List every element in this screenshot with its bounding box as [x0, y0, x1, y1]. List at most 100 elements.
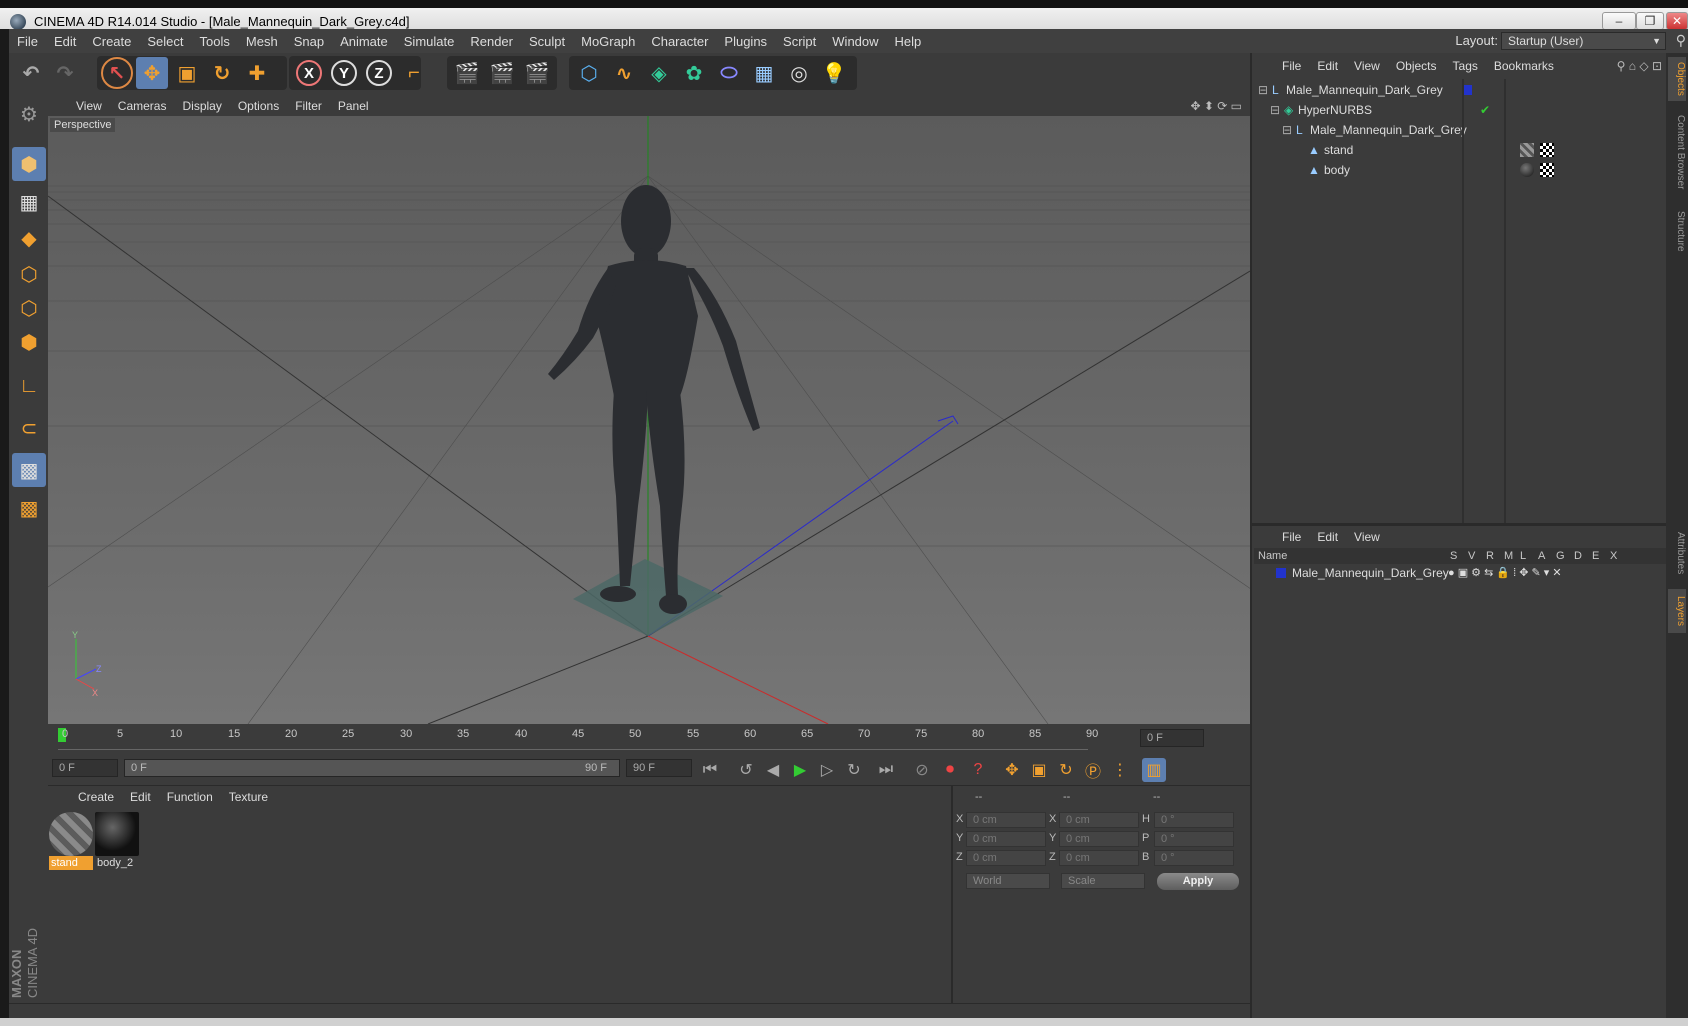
material-stand[interactable]: stand: [49, 812, 93, 870]
layer-col-m[interactable]: M: [1504, 548, 1513, 564]
scale-key-icon[interactable]: ▣: [1027, 758, 1051, 782]
timeline-ruler[interactable]: 0 5 10 15 20 25 30 35 40 45 50 55 60 65 …: [48, 724, 1250, 754]
texture-tag-icon[interactable]: [1540, 143, 1554, 157]
current-frame-field[interactable]: 0 F: [1140, 729, 1204, 747]
size-z-field[interactable]: 0 cm: [1059, 850, 1139, 866]
position-z-field[interactable]: 0 cm: [966, 850, 1046, 866]
live-selection-icon[interactable]: ↖: [101, 57, 133, 89]
rotation-b-field[interactable]: 0 °: [1154, 850, 1234, 866]
position-key-icon[interactable]: ✥: [1000, 758, 1024, 782]
render-picture-viewer-icon[interactable]: 🎬: [486, 57, 518, 89]
x-axis-lock-icon[interactable]: X: [293, 57, 325, 89]
viewport-menu-display[interactable]: Display: [174, 99, 229, 113]
end-frame-field[interactable]: 90 F: [626, 759, 692, 777]
objects-menu-file[interactable]: File: [1274, 59, 1309, 73]
object-manager-nav-icons[interactable]: ⚲ ⌂ ◇ ⊡: [1617, 59, 1662, 73]
start-frame-field[interactable]: 0 F: [52, 759, 118, 777]
camera-icon[interactable]: ◎: [783, 57, 815, 89]
layer-flag-icons[interactable]: ● ▣ ⚙ ⇆ 🔒 ⁞ ✥ ✎ ▾ ✕: [1448, 564, 1562, 582]
texture-mode-icon[interactable]: ▦: [12, 185, 46, 219]
object-row[interactable]: ▲ body: [1252, 160, 1668, 180]
size-x-field[interactable]: 0 cm: [1059, 812, 1139, 828]
material-menu-create[interactable]: Create: [70, 790, 122, 804]
menu-help[interactable]: Help: [887, 34, 930, 49]
menu-script[interactable]: Script: [775, 34, 824, 49]
previous-key-icon[interactable]: ↺: [734, 758, 758, 782]
enabled-check-icon[interactable]: ✔: [1480, 100, 1490, 120]
viewport-menu-filter[interactable]: Filter: [287, 99, 330, 113]
scene-floor-icon[interactable]: ▦: [748, 57, 780, 89]
size-y-field[interactable]: 0 cm: [1059, 831, 1139, 847]
search-icon[interactable]: ⚲: [1676, 32, 1686, 49]
axis-mode-icon[interactable]: ∟: [12, 369, 46, 403]
material-menu-function[interactable]: Function: [159, 790, 221, 804]
layer-row[interactable]: Male_Mannequin_Dark_Grey ● ▣ ⚙ ⇆ 🔒 ⁞ ✥ ✎…: [1252, 564, 1668, 582]
spline-icon[interactable]: ∿: [608, 57, 640, 89]
layout-select[interactable]: Startup (User) ▼: [1501, 32, 1666, 50]
viewport-menu-cameras[interactable]: Cameras: [110, 99, 175, 113]
rotation-h-field[interactable]: 0 °: [1154, 812, 1234, 828]
objects-menu-tags[interactable]: Tags: [1445, 59, 1486, 73]
material-menu-edit[interactable]: Edit: [122, 790, 159, 804]
nurbs-icon[interactable]: ◈: [643, 57, 675, 89]
layer-col-e[interactable]: E: [1592, 548, 1599, 564]
layer-col-v[interactable]: V: [1468, 548, 1475, 564]
workplane-lock-icon[interactable]: ▩: [12, 453, 46, 487]
layers-menu-view[interactable]: View: [1346, 530, 1388, 544]
next-frame-icon[interactable]: ▷: [815, 758, 839, 782]
objects-menu-objects[interactable]: Objects: [1388, 59, 1445, 73]
objects-menu-edit[interactable]: Edit: [1309, 59, 1346, 73]
object-row[interactable]: ⊟ L Male_Mannequin_Dark_Grey: [1252, 80, 1668, 100]
coordinate-space-select[interactable]: World: [966, 873, 1050, 889]
menu-plugins[interactable]: Plugins: [716, 34, 775, 49]
expand-icon[interactable]: ⊟: [1282, 120, 1292, 140]
light-icon[interactable]: 💡: [818, 57, 850, 89]
object-row[interactable]: ⊟ L Male_Mannequin_Dark_Grey: [1252, 120, 1668, 140]
tab-objects[interactable]: Objects: [1668, 57, 1686, 101]
layer-col-l[interactable]: L: [1520, 548, 1526, 564]
menu-snap[interactable]: Snap: [286, 34, 332, 49]
layers-menu-edit[interactable]: Edit: [1309, 530, 1346, 544]
layer-col-s[interactable]: S: [1450, 548, 1457, 564]
tab-layers[interactable]: Layers: [1668, 589, 1686, 633]
viewport-menu-options[interactable]: Options: [230, 99, 287, 113]
play-icon[interactable]: ▶: [788, 758, 812, 782]
autokey-icon[interactable]: ⏺: [938, 758, 962, 782]
menu-simulate[interactable]: Simulate: [396, 34, 463, 49]
move-tool-icon[interactable]: ✥: [136, 57, 168, 89]
redo-icon[interactable]: ↷: [49, 57, 81, 89]
mograph-cloner-icon[interactable]: ✿: [678, 57, 710, 89]
close-button[interactable]: ✕: [1666, 12, 1688, 30]
layer-col-x[interactable]: X: [1610, 548, 1617, 564]
maximize-button[interactable]: ❐: [1636, 12, 1664, 30]
material-body[interactable]: body_2: [95, 812, 139, 870]
tab-attributes[interactable]: Attributes: [1668, 523, 1686, 583]
magnet-snap-icon[interactable]: ⊂: [12, 411, 46, 445]
menu-tools[interactable]: Tools: [192, 34, 238, 49]
layers-menu-file[interactable]: File: [1274, 530, 1309, 544]
expand-icon[interactable]: ⊟: [1258, 80, 1268, 100]
render-view-icon[interactable]: 🎬: [451, 57, 483, 89]
menu-mograph[interactable]: MoGraph: [573, 34, 643, 49]
material-tag-icon[interactable]: [1520, 143, 1534, 157]
cube-primitive-icon[interactable]: ⬡: [573, 57, 605, 89]
tab-content-browser[interactable]: Content Browser: [1668, 107, 1686, 197]
z-axis-lock-icon[interactable]: Z: [363, 57, 395, 89]
menu-sculpt[interactable]: Sculpt: [521, 34, 573, 49]
make-editable-icon[interactable]: ⚙: [12, 97, 46, 131]
menu-animate[interactable]: Animate: [332, 34, 396, 49]
viewport-menu-panel[interactable]: Panel: [330, 99, 377, 113]
menu-file[interactable]: File: [9, 34, 46, 49]
coordinate-system-icon[interactable]: ⌐: [398, 57, 430, 89]
menu-window[interactable]: Window: [824, 34, 886, 49]
viewport-canvas[interactable]: Y Z X Perspective: [48, 116, 1250, 724]
material-menu-texture[interactable]: Texture: [221, 790, 276, 804]
grid-snap-icon[interactable]: ▩: [12, 491, 46, 525]
rotation-p-field[interactable]: 0 °: [1154, 831, 1234, 847]
viewport-menu-view[interactable]: View: [68, 99, 110, 113]
position-x-field[interactable]: 0 cm: [966, 812, 1046, 828]
workplane-mode-icon[interactable]: ◆: [12, 221, 46, 255]
y-axis-lock-icon[interactable]: Y: [328, 57, 360, 89]
mannequin-figure[interactable]: [548, 185, 760, 614]
edges-mode-icon[interactable]: ⬡: [12, 291, 46, 325]
